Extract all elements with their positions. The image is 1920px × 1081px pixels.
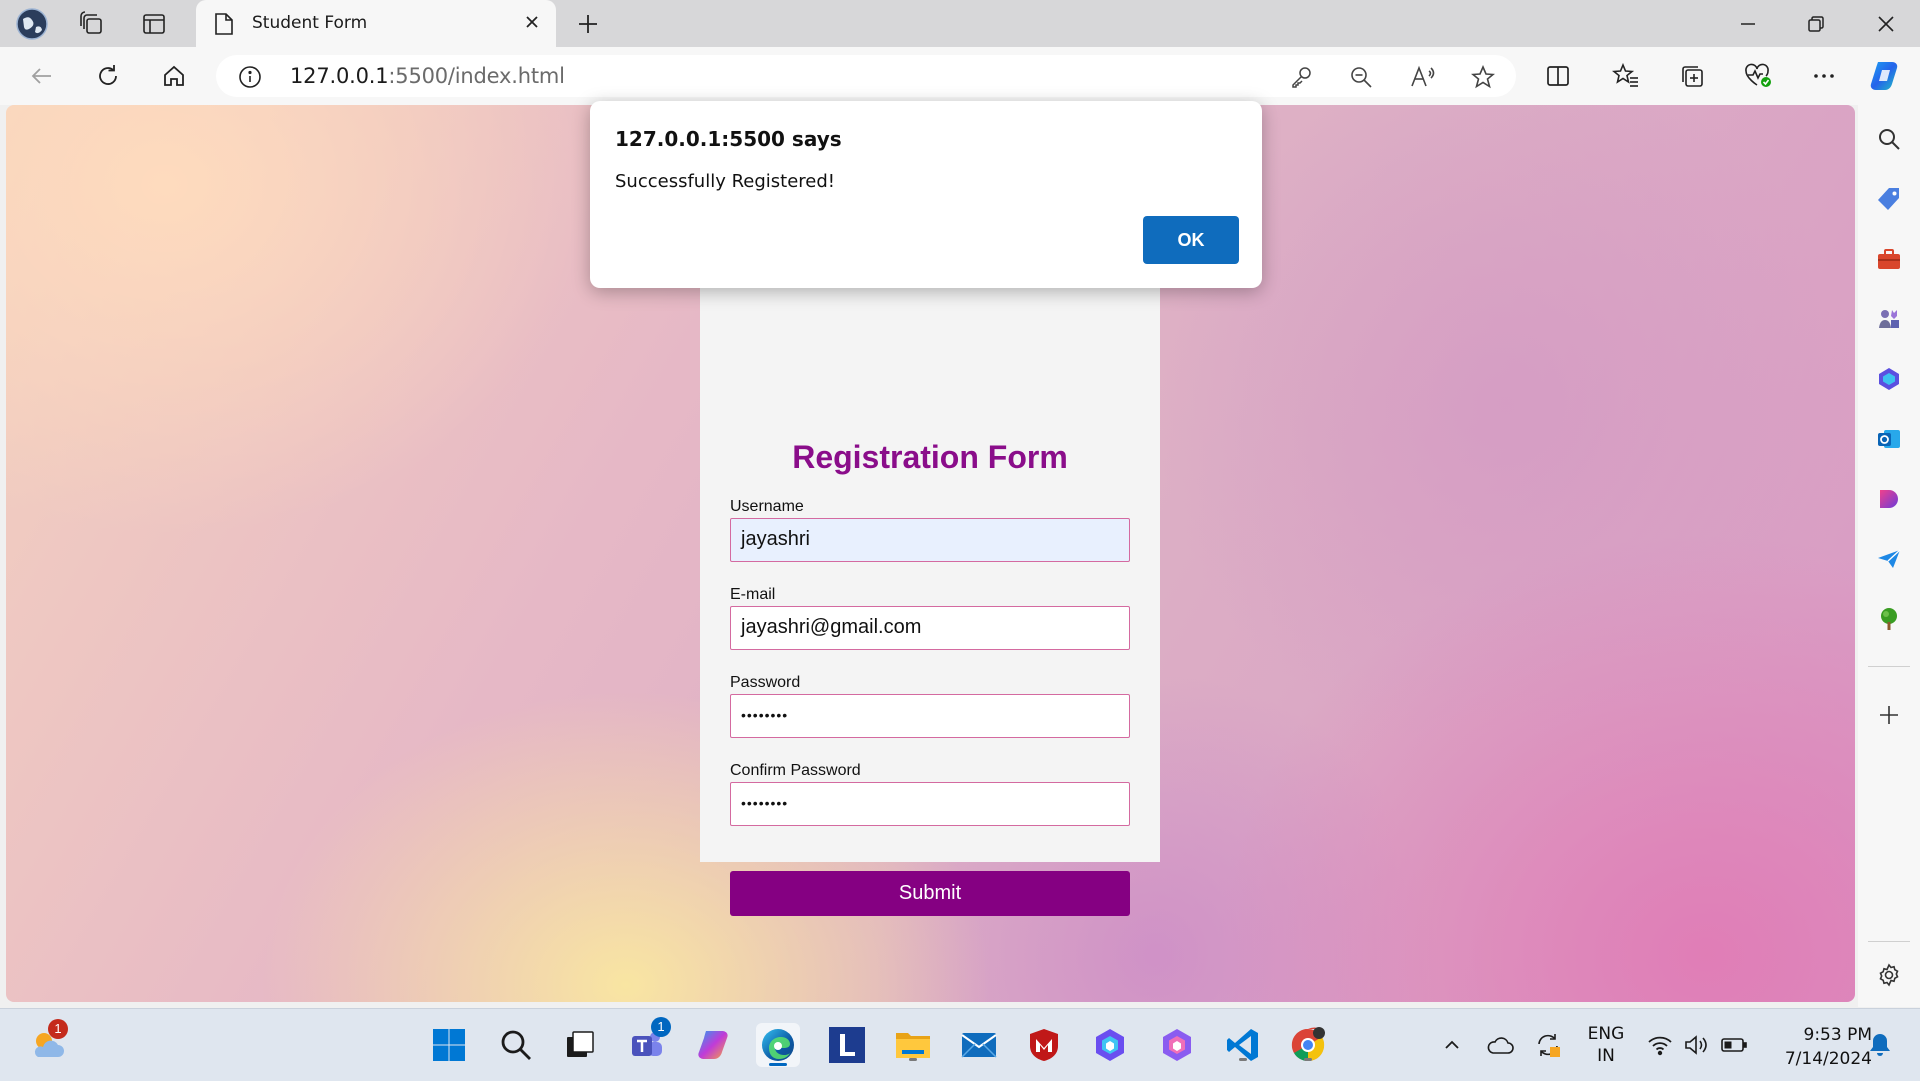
tab-student-form[interactable]: Student Form [196,0,556,47]
username-label: Username [730,498,804,515]
teams-badge: 1 [651,1017,671,1037]
window-close-icon[interactable] [1852,0,1920,47]
tab-close-icon[interactable] [522,12,542,32]
chrome-icon[interactable] [1286,1023,1330,1067]
weather-icon[interactable]: 1 [26,1019,70,1067]
copilot-icon[interactable] [1866,56,1906,96]
submit-button[interactable]: Submit [730,871,1130,916]
ok-button[interactable]: OK [1143,216,1239,264]
teams-icon[interactable]: 1 [625,1017,671,1067]
send-drop-icon[interactable] [1871,541,1907,577]
password-key-icon[interactable] [1288,64,1314,90]
task-view-icon[interactable] [558,1023,602,1067]
active-indicator [769,1063,787,1066]
url-text: 127.0.0.1:5500/index.html [290,64,565,88]
address-bar[interactable]: 127.0.0.1:5500/index.html [216,55,1516,97]
shopping-tag-icon[interactable] [1871,181,1907,217]
sidebar-divider [1868,941,1910,942]
minimize-icon[interactable] [1714,0,1782,47]
start-windows-icon[interactable] [427,1023,471,1067]
running-indicator [909,1058,917,1061]
registration-form: Registration Form Username jayashri E-ma… [700,285,1160,916]
restore-icon[interactable] [1782,0,1850,47]
language-code: ENG [1587,1024,1625,1044]
url-path: :5500/index.html [388,64,565,88]
clock-date: 7/14/2024 [1784,1049,1872,1069]
add-sidebar-app-icon[interactable] [1871,697,1907,733]
toolbar: 127.0.0.1:5500/index.html [0,47,1920,105]
workspaces-icon[interactable] [74,6,110,42]
home-icon[interactable] [154,56,194,96]
refresh-icon[interactable] [88,56,128,96]
search-icon[interactable] [494,1023,538,1067]
zoom-out-icon[interactable] [1348,64,1374,90]
tree-icon[interactable] [1871,601,1907,637]
read-aloud-icon[interactable] [1410,64,1436,90]
clock-time: 9:53 PM [1803,1025,1873,1045]
tab-bar: Student Form [0,0,1920,47]
clock[interactable]: 9:53 PM 7/14/2024 [1760,1023,1872,1071]
m365-copilot-icon[interactable] [1155,1023,1199,1067]
sidebar-settings-icon[interactable] [1871,957,1907,993]
sync-update-icon[interactable] [1528,1023,1568,1067]
confirm-password-label: Confirm Password [730,762,861,779]
username-field[interactable]: jayashri [730,518,1130,562]
tools-briefcase-icon[interactable] [1871,241,1907,277]
alert-dialog: 127.0.0.1:5500 says Successfully Registe… [590,101,1262,288]
url-host: 127.0.0.1 [290,64,389,88]
notification-bell-icon[interactable] [1860,1023,1900,1067]
new-tab-icon[interactable] [570,6,606,42]
vscode-icon[interactable] [1221,1023,1265,1067]
volume-icon[interactable] [1678,1023,1714,1067]
vertical-tabs-icon[interactable] [136,6,172,42]
mcafee-icon[interactable] [1022,1023,1066,1067]
battery-icon[interactable] [1714,1023,1754,1067]
show-hidden-icons-chevron-icon[interactable] [1432,1023,1472,1067]
email-label: E-mail [730,586,776,603]
sidebar-divider [1868,666,1910,667]
alert-title: 127.0.0.1:5500 says [615,127,842,151]
password-label: Password [730,674,801,691]
taskbar: 1 1 ENG IN 9:53 PM 7/14/2024 [0,1008,1920,1081]
alert-message: Successfully Registered! [615,171,836,192]
edge-taskbar-icon[interactable] [756,1023,800,1067]
favorites-icon[interactable] [1606,56,1646,96]
site-info-icon[interactable] [238,65,262,89]
back-icon[interactable] [22,56,62,96]
email-field[interactable]: jayashri@gmail.com [730,606,1130,650]
weather-badge: 1 [48,1019,68,1039]
designer-icon[interactable] [1871,481,1907,517]
collections-icon[interactable] [1672,56,1712,96]
browser-essentials-icon[interactable] [1738,56,1778,96]
l-app-icon[interactable] [825,1023,869,1067]
page-icon [214,12,234,36]
profile-globe-icon[interactable] [14,6,50,42]
running-indicator [1304,1058,1312,1061]
sidebar-search-icon[interactable] [1871,121,1907,157]
copilot-taskbar-icon[interactable] [692,1023,736,1067]
games-icon[interactable] [1871,301,1907,337]
tab-title: Student Form [252,13,368,33]
wifi-icon[interactable] [1642,1023,1678,1067]
microsoft-365-icon[interactable] [1871,361,1907,397]
m365-taskbar-icon[interactable] [1088,1023,1132,1067]
mail-icon[interactable] [957,1023,1001,1067]
confirm-password-field[interactable]: •••••••• [730,782,1130,826]
form-title: Registration Form [792,439,1068,475]
outlook-icon[interactable] [1871,421,1907,457]
split-screen-icon[interactable] [1538,56,1578,96]
region-code: IN [1597,1046,1615,1066]
file-explorer-icon[interactable] [891,1023,935,1067]
language-indicator[interactable]: ENG IN [1580,1023,1632,1067]
running-indicator [1239,1058,1247,1061]
more-options-icon[interactable] [1804,56,1844,96]
onedrive-cloud-icon[interactable] [1480,1023,1520,1067]
password-field[interactable]: •••••••• [730,694,1130,738]
edge-sidebar [1858,105,1920,1007]
favorite-star-icon[interactable] [1470,64,1496,90]
